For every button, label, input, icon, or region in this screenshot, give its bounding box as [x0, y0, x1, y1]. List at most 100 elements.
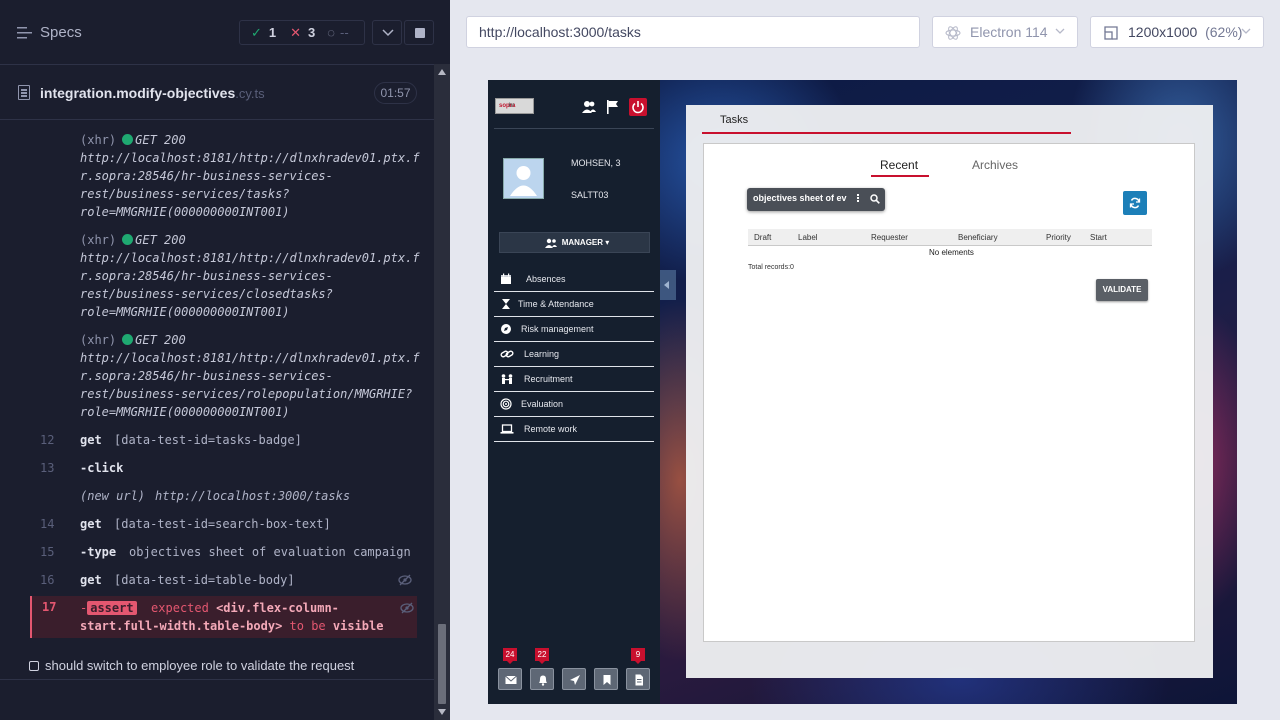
xhr-url-line: http://localhost:8181/http://dlnxhradev0… — [80, 151, 420, 165]
viewport-selector[interactable]: 1200x1000 (62%) — [1090, 16, 1264, 48]
command-row[interactable]: 16 get [data-test-id=table-body] — [0, 566, 434, 594]
xhr-url-line: role=MMGRHIE(000000000INT001) — [80, 405, 290, 419]
tasks-panel: Tasks Recent Archives objectives sheet o… — [686, 105, 1213, 678]
command-row[interactable]: 12 get [data-test-id=tasks-badge] — [0, 426, 434, 454]
caret-down-icon: ▾ — [605, 238, 610, 247]
spec-file-name[interactable]: integration.modify-objectives.cy.ts — [40, 85, 265, 101]
column-header[interactable]: Priority — [1046, 233, 1071, 242]
users-icon[interactable] — [581, 99, 597, 115]
column-header[interactable]: Label — [798, 233, 818, 242]
sidebar-collapse-tab[interactable] — [660, 270, 676, 300]
tasks-card: Recent Archives objectives sheet of ev D… — [703, 143, 1195, 642]
url-bar[interactable]: http://localhost:3000/tasks — [466, 16, 920, 48]
specs-bar: Specs ✓ 1 ✕ 3 ◌ -- — [0, 0, 434, 64]
log-scrollbar[interactable] — [434, 64, 450, 720]
table-header: Draft Label Requester Beneficiary Priori… — [748, 229, 1152, 246]
status-dot-icon — [122, 234, 134, 245]
bell-count-badge: 22 — [535, 648, 549, 664]
menu-item-label: Recruitment — [524, 374, 573, 384]
more-options-icon[interactable] — [857, 194, 859, 196]
mail-count-badge: 24 — [503, 648, 517, 664]
command-row[interactable]: (new url) http://localhost:3000/tasks — [0, 482, 434, 510]
menu-item-learning[interactable]: Learning — [494, 342, 654, 367]
menu-item-risk-management[interactable]: Risk management — [494, 317, 654, 342]
pending-count: -- — [340, 25, 349, 40]
tab-archives[interactable]: Archives — [972, 158, 1018, 172]
flag-icon[interactable] — [605, 99, 621, 115]
validate-button[interactable]: VALIDATE — [1096, 279, 1148, 301]
file-icon — [18, 85, 30, 100]
command-row[interactable]: 15 -type objectives sheet of evaluation … — [0, 538, 434, 566]
scroll-down-icon[interactable] — [438, 709, 446, 715]
command-name: get — [80, 517, 102, 531]
assert-subject: <div.flex-column- — [216, 601, 339, 615]
command-arg: [data-test-id=table-body] — [114, 573, 295, 587]
role-dropdown-button[interactable]: MANAGER ▾ — [499, 232, 650, 253]
navigate-button[interactable] — [562, 668, 586, 690]
scroll-thumb[interactable] — [438, 624, 446, 704]
search-input[interactable]: objectives sheet of ev — [753, 193, 849, 203]
document-icon — [635, 674, 643, 686]
menu-item-evaluation[interactable]: Evaluation — [494, 392, 654, 417]
bookmarks-button[interactable] — [594, 668, 618, 690]
specs-title[interactable]: Specs — [40, 24, 82, 41]
power-icon — [632, 101, 644, 114]
electron-icon — [945, 26, 961, 40]
command-row[interactable]: 14 get [data-test-id=search-box-text] — [0, 510, 434, 538]
eye-slash-icon[interactable] — [398, 574, 412, 586]
compass-icon — [501, 324, 511, 334]
spec-duration: 01:57 — [374, 82, 417, 104]
logout-button[interactable] — [629, 98, 647, 116]
menu-item-label: Remote work — [524, 424, 578, 434]
xhr-status: GET 200 — [135, 133, 186, 147]
assert-word: to be — [289, 619, 326, 633]
command-row[interactable]: 13 -click — [0, 454, 434, 482]
search-box[interactable]: objectives sheet of ev — [747, 188, 885, 211]
avatar[interactable] — [503, 158, 544, 199]
people-icon — [501, 374, 513, 384]
chevron-down-icon — [382, 29, 394, 37]
menu-item-remote-work[interactable]: Remote work — [494, 417, 654, 442]
xhr-entry[interactable]: (xhr) GET 200 http://localhost:8181/http:… — [80, 231, 420, 321]
menu-item-label: Absences — [526, 274, 566, 284]
column-header[interactable]: Beneficiary — [958, 233, 998, 242]
menu-item-time-attendance[interactable]: Time & Attendance — [494, 292, 654, 317]
xhr-entry[interactable]: (xhr) GET 200 http://localhost:8181/http:… — [80, 131, 420, 221]
messages-button[interactable] — [498, 668, 522, 690]
status-dot-icon — [122, 134, 134, 145]
user-icon — [510, 166, 537, 196]
notifications-button[interactable] — [530, 668, 554, 690]
menu-icon[interactable] — [17, 26, 32, 40]
sopra-hr-logo[interactable]: sopra hr — [495, 98, 534, 114]
command-number: 17 — [42, 600, 57, 614]
xhr-tag: (xhr) — [80, 233, 117, 247]
spec-file-ext: .cy.ts — [235, 86, 265, 101]
column-header[interactable]: Start — [1090, 233, 1107, 242]
next-test-row[interactable]: should switch to employee role to valida… — [0, 650, 434, 680]
browser-selector[interactable]: Electron 114 — [932, 16, 1078, 48]
eye-slash-icon[interactable] — [400, 602, 414, 614]
column-header[interactable]: Draft — [754, 233, 771, 242]
stop-button[interactable] — [404, 20, 434, 45]
menu-item-recruitment[interactable]: Recruitment — [494, 367, 654, 392]
search-icon[interactable] — [870, 194, 880, 204]
command-number: 12 — [40, 433, 55, 447]
xhr-entry[interactable]: (xhr) GET 200 http://localhost:8181/http:… — [80, 331, 420, 421]
chevron-left-icon — [664, 281, 669, 289]
menu-item-absences[interactable]: Absences — [494, 267, 654, 292]
expand-toggle-button[interactable] — [372, 20, 402, 45]
documents-button[interactable] — [626, 668, 650, 690]
assert-badge: assert — [87, 601, 137, 615]
scroll-up-icon[interactable] — [438, 69, 446, 75]
column-header[interactable]: Requester — [871, 233, 908, 242]
command-name: get — [80, 433, 102, 447]
pending-icon: ◌ — [327, 25, 336, 40]
stop-icon — [415, 28, 425, 38]
role-label: MANAGER — [561, 238, 604, 247]
xhr-tag: (xhr) — [80, 333, 117, 347]
refresh-button[interactable] — [1123, 191, 1147, 215]
command-arg: [data-test-id=search-box-text] — [114, 517, 331, 531]
failed-command-row[interactable]: 17 - assert expected <div.flex-column- st… — [30, 596, 417, 638]
viewport-size: 1200x1000 (62%) — [1128, 17, 1242, 47]
tab-recent[interactable]: Recent — [880, 158, 918, 172]
